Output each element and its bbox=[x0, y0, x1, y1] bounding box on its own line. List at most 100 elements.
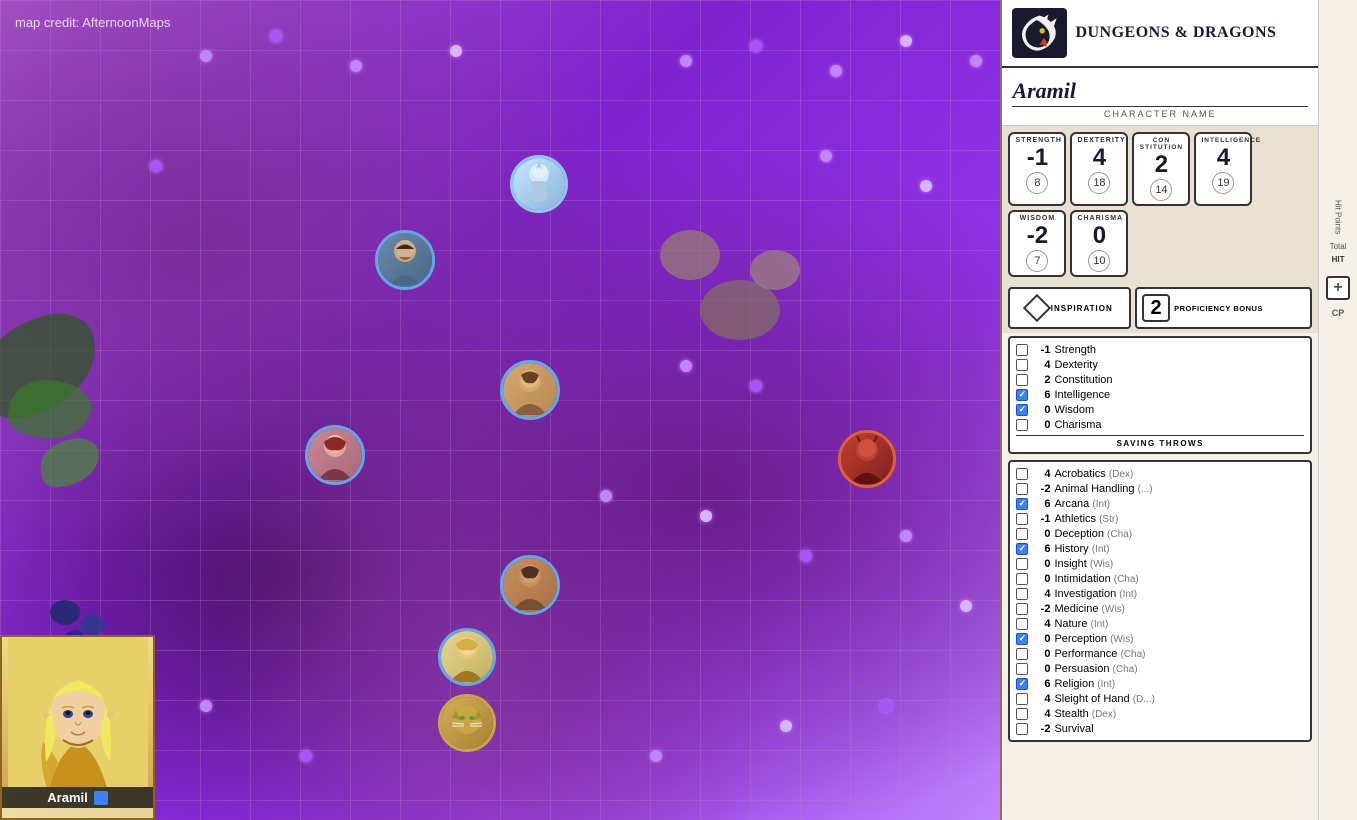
skill-animal-handling-name: Animal Handling (...) bbox=[1054, 483, 1304, 495]
skill-intimidation-checkbox[interactable] bbox=[1016, 573, 1028, 585]
wisdom-label: WISDOM bbox=[1012, 215, 1062, 222]
skill-acrobatics-value: 4 bbox=[1032, 468, 1050, 480]
charisma-label: CHARISMA bbox=[1074, 215, 1124, 222]
token-1[interactable] bbox=[510, 155, 568, 213]
skill-athletics-name: Athletics (Str) bbox=[1054, 513, 1304, 525]
save-constitution-name: Constitution bbox=[1054, 374, 1304, 386]
skill-medicine: -2 Medicine (Wis) bbox=[1016, 601, 1304, 616]
skill-sleight-of-hand-name: Sleight of Hand (D...) bbox=[1054, 693, 1304, 705]
skill-stealth: 4 Stealth (Dex) bbox=[1016, 706, 1304, 721]
intelligence-label: INTELLIGENCE bbox=[1198, 137, 1248, 144]
skill-history: 6 History (Int) bbox=[1016, 541, 1304, 556]
skill-performance-value: 0 bbox=[1032, 648, 1050, 660]
skill-medicine-value: -2 bbox=[1032, 603, 1050, 615]
cp-label: CP bbox=[1332, 308, 1345, 318]
skill-medicine-name: Medicine (Wis) bbox=[1054, 603, 1304, 615]
save-constitution-checkbox[interactable] bbox=[1016, 374, 1028, 386]
skills-section: 4 Acrobatics (Dex) -2 Animal Handling (.… bbox=[1008, 460, 1312, 742]
intelligence-modifier: 4 bbox=[1198, 146, 1248, 170]
skill-animal-handling-value: -2 bbox=[1032, 483, 1050, 495]
charisma-value: 10 bbox=[1088, 250, 1110, 272]
dnd-logo bbox=[1012, 8, 1067, 58]
save-strength-checkbox[interactable] bbox=[1016, 344, 1028, 356]
skill-deception-checkbox[interactable] bbox=[1016, 528, 1028, 540]
skill-survival-checkbox[interactable] bbox=[1016, 723, 1028, 735]
save-intelligence-checkbox[interactable] bbox=[1016, 389, 1028, 401]
skill-sleight-of-hand-checkbox[interactable] bbox=[1016, 693, 1028, 705]
save-wisdom-checkbox[interactable] bbox=[1016, 404, 1028, 416]
skill-deception: 0 Deception (Cha) bbox=[1016, 526, 1304, 541]
skill-nature-checkbox[interactable] bbox=[1016, 618, 1028, 630]
skill-religion: 6 Religion (Int) bbox=[1016, 676, 1304, 691]
wisdom-box: WISDOM -2 7 bbox=[1008, 210, 1066, 277]
save-wisdom-value: 0 bbox=[1032, 404, 1050, 416]
intelligence-box: INTELLIGENCE 4 19 bbox=[1194, 132, 1252, 206]
save-intelligence-value: 6 bbox=[1032, 389, 1050, 401]
charisma-modifier: 0 bbox=[1074, 224, 1124, 248]
character-name: Aramil bbox=[1012, 78, 1308, 104]
map-area[interactable]: map credit: AfternoonMaps bbox=[0, 0, 1000, 820]
token-7[interactable] bbox=[438, 628, 496, 686]
save-intelligence-name: Intelligence bbox=[1054, 389, 1304, 401]
skill-stealth-name: Stealth (Dex) bbox=[1054, 708, 1304, 720]
skill-arcana-checkbox[interactable] bbox=[1016, 498, 1028, 510]
token-3[interactable] bbox=[500, 360, 560, 420]
skill-insight-value: 0 bbox=[1032, 558, 1050, 570]
skill-nature-value: 4 bbox=[1032, 618, 1050, 630]
save-charisma-checkbox[interactable] bbox=[1016, 419, 1028, 431]
inspiration-proficiency-row: INSPIRATION 2 PROFICIENCY BONUS bbox=[1002, 283, 1318, 333]
skill-insight-checkbox[interactable] bbox=[1016, 558, 1028, 570]
save-wisdom-name: Wisdom bbox=[1054, 404, 1304, 416]
skill-religion-checkbox[interactable] bbox=[1016, 678, 1028, 690]
character-sheet: DUNGEONS & DRAGONS Aramil CHARACTER NAME… bbox=[1000, 0, 1318, 820]
skill-performance-checkbox[interactable] bbox=[1016, 648, 1028, 660]
charisma-box: CHARISMA 0 10 bbox=[1070, 210, 1128, 277]
skill-animal-handling-checkbox[interactable] bbox=[1016, 483, 1028, 495]
skill-perception-checkbox[interactable] bbox=[1016, 633, 1028, 645]
skill-investigation-checkbox[interactable] bbox=[1016, 588, 1028, 600]
token-4[interactable] bbox=[305, 425, 365, 485]
save-constitution: 2 Constitution bbox=[1016, 372, 1304, 387]
skill-intimidation-name: Intimidation (Cha) bbox=[1054, 573, 1304, 585]
map-credit: map credit: AfternoonMaps bbox=[15, 15, 170, 30]
skill-medicine-checkbox[interactable] bbox=[1016, 603, 1028, 615]
token-2[interactable] bbox=[375, 230, 435, 290]
save-wisdom: 0 Wisdom bbox=[1016, 402, 1304, 417]
strength-box: STRENGTH -1 8 bbox=[1008, 132, 1066, 206]
skill-persuasion-name: Persuasion (Cha) bbox=[1054, 663, 1304, 675]
skill-persuasion: 0 Persuasion (Cha) bbox=[1016, 661, 1304, 676]
saving-throws-title: SAVING THROWS bbox=[1016, 435, 1304, 448]
save-dexterity-value: 4 bbox=[1032, 359, 1050, 371]
total-label: Total bbox=[1330, 242, 1347, 251]
proficiency-value: 2 bbox=[1142, 294, 1170, 322]
wisdom-value: 7 bbox=[1026, 250, 1048, 272]
hit-points-label: Hit Points bbox=[1334, 200, 1343, 234]
inspiration-label: INSPIRATION bbox=[1051, 304, 1113, 313]
token-8[interactable] bbox=[438, 694, 496, 752]
character-name-label: CHARACTER NAME bbox=[1012, 106, 1308, 119]
save-dexterity-checkbox[interactable] bbox=[1016, 359, 1028, 371]
save-strength-name: Strength bbox=[1054, 344, 1304, 356]
skill-arcana-name: Arcana (Int) bbox=[1054, 498, 1304, 510]
save-dexterity-name: Dexterity bbox=[1054, 359, 1304, 371]
skill-arcana-value: 6 bbox=[1032, 498, 1050, 510]
skill-sleight-of-hand: 4 Sleight of Hand (D...) bbox=[1016, 691, 1304, 706]
skill-persuasion-checkbox[interactable] bbox=[1016, 663, 1028, 675]
skill-stealth-checkbox[interactable] bbox=[1016, 708, 1028, 720]
char-name-bar: Aramil bbox=[2, 787, 153, 808]
skill-performance: 0 Performance (Cha) bbox=[1016, 646, 1304, 661]
skill-nature: 4 Nature (Int) bbox=[1016, 616, 1304, 631]
skill-intimidation: 0 Intimidation (Cha) bbox=[1016, 571, 1304, 586]
token-5[interactable] bbox=[838, 430, 896, 488]
skill-history-value: 6 bbox=[1032, 543, 1050, 555]
skill-acrobatics: 4 Acrobatics (Dex) bbox=[1016, 466, 1304, 481]
dexterity-box: DEXTERITY 4 18 bbox=[1070, 132, 1128, 206]
skill-history-checkbox[interactable] bbox=[1016, 543, 1028, 555]
character-art bbox=[2, 637, 153, 787]
skill-acrobatics-checkbox[interactable] bbox=[1016, 468, 1028, 480]
token-6[interactable] bbox=[500, 555, 560, 615]
skill-athletics-checkbox[interactable] bbox=[1016, 513, 1028, 525]
add-button[interactable]: + bbox=[1326, 276, 1350, 300]
dnd-logo-text: DUNGEONS & DRAGONS bbox=[1075, 24, 1276, 42]
ability-scores: STRENGTH -1 8 DEXTERITY 4 18 CON STITUTI… bbox=[1002, 126, 1318, 283]
